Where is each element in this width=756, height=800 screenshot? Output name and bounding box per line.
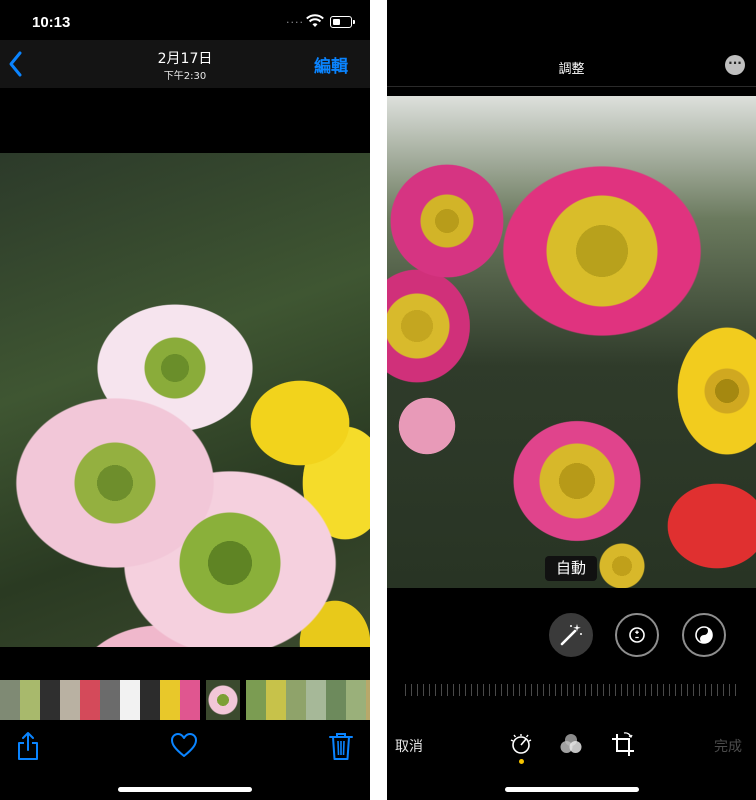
exposure-icon (629, 627, 645, 643)
thumbnail[interactable] (140, 680, 160, 720)
home-indicator[interactable] (118, 787, 252, 792)
photo-viewer-screen: 10:13 ···· 2月17日 下午2:30 編輯 (0, 0, 370, 800)
thumbnail[interactable] (246, 680, 266, 720)
thumbnail[interactable] (366, 680, 370, 720)
crop-rotate-icon[interactable] (609, 731, 637, 759)
battery-icon (330, 16, 355, 28)
thumbnail-current[interactable] (206, 680, 240, 720)
thumbnail[interactable] (20, 680, 40, 720)
adjustment-slider[interactable] (405, 684, 737, 696)
brilliance-button[interactable] (682, 613, 726, 657)
auto-enhance-button[interactable] (549, 613, 593, 657)
thumbnail[interactable] (266, 680, 286, 720)
header-divider (387, 86, 756, 87)
thumbnail[interactable] (180, 680, 200, 720)
magic-wand-icon (560, 624, 582, 646)
photo-edit-screen: 調整 ··· 自動 取消 完成 (387, 0, 756, 800)
home-indicator[interactable] (505, 787, 639, 792)
active-tool-indicator (519, 759, 524, 764)
share-icon[interactable] (16, 731, 40, 761)
thumbnail-strip[interactable] (0, 680, 370, 720)
brilliance-icon (695, 626, 713, 644)
thumbnail[interactable] (326, 680, 346, 720)
thumbnail[interactable] (160, 680, 180, 720)
status-time: 10:13 (32, 14, 71, 31)
wifi-icon (306, 14, 324, 27)
exposure-button[interactable] (615, 613, 659, 657)
main-photo[interactable] (0, 153, 370, 647)
edit-button[interactable]: 編輯 (314, 52, 348, 77)
thumbnail[interactable] (346, 680, 366, 720)
heart-icon[interactable] (170, 732, 198, 758)
more-options-button[interactable]: ··· (725, 55, 745, 75)
thumbnail[interactable] (306, 680, 326, 720)
edit-photo-preview[interactable] (387, 96, 756, 588)
thumbnail[interactable] (40, 680, 60, 720)
thumbnail[interactable] (286, 680, 306, 720)
trash-icon[interactable] (328, 731, 354, 761)
filters-icon[interactable] (558, 731, 584, 757)
thumbnail[interactable] (60, 680, 80, 720)
signal-icon: ···· (286, 16, 304, 29)
adjust-dial-icon[interactable] (508, 731, 534, 757)
thumbnail[interactable] (80, 680, 100, 720)
thumbnail[interactable] (0, 680, 20, 720)
auto-label: 自動 (545, 556, 597, 581)
thumbnail[interactable] (120, 680, 140, 720)
cancel-button[interactable]: 取消 (395, 736, 423, 756)
done-button[interactable]: 完成 (714, 736, 742, 756)
screen-title: 調整 (558, 62, 585, 77)
thumbnail[interactable] (100, 680, 120, 720)
